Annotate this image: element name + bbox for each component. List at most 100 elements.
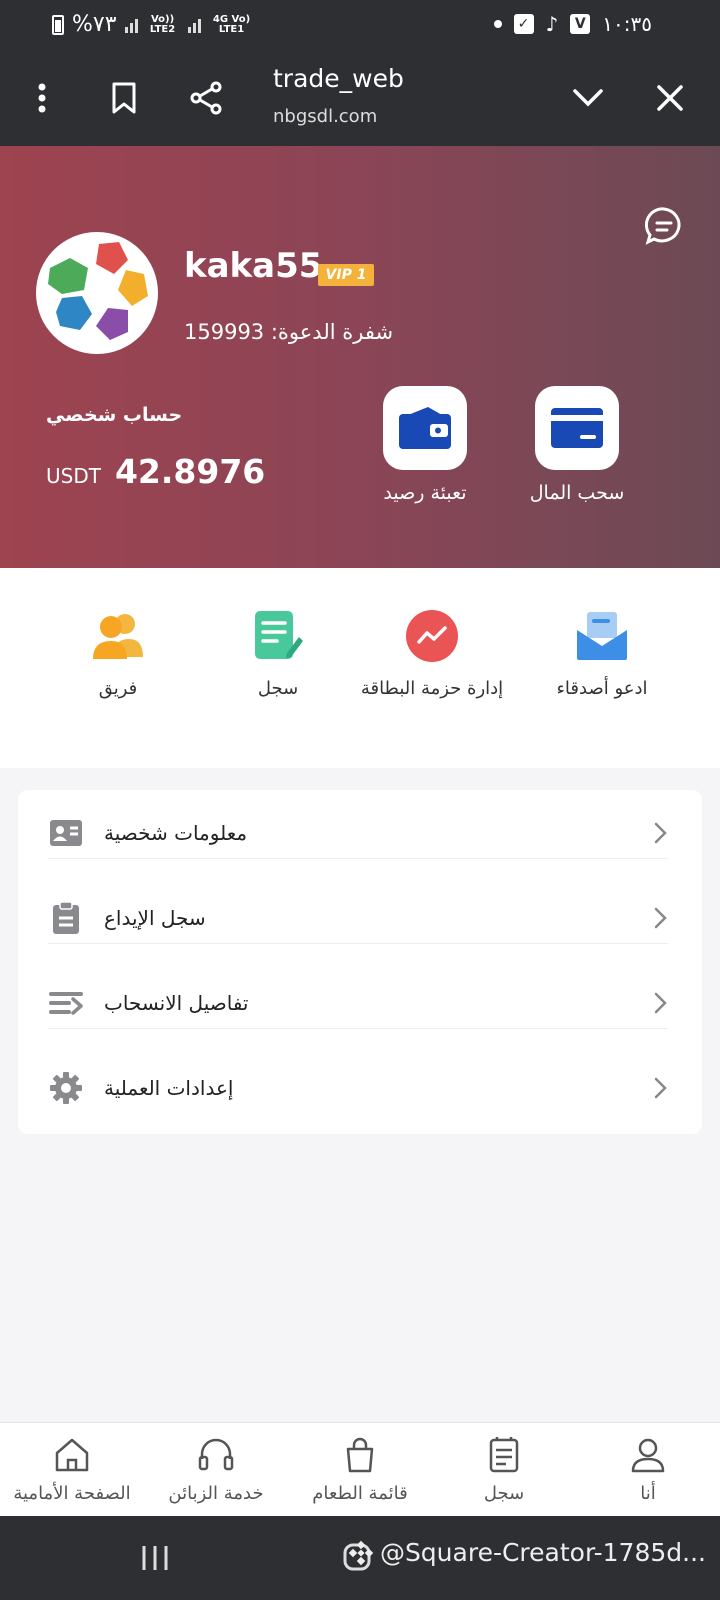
invite-friends-button[interactable]: ادعو أصدقاء: [512, 606, 692, 699]
status-left: %٧٣ Vo)) LTE2 4G Vo) LTE1: [52, 12, 255, 37]
topup-label: تعبئة رصيد: [383, 482, 467, 504]
record-label: سجل: [257, 678, 299, 699]
withdraw-card-icon: [551, 408, 603, 448]
chevron-right-icon: [654, 1077, 667, 1099]
vip-badge: VIP 1: [318, 264, 374, 286]
invite-friends-label: ادعو أصدقاء: [556, 678, 648, 699]
document-icon: [489, 1437, 519, 1473]
record-edit-icon: [248, 606, 308, 666]
nav-menu[interactable]: قائمة الطعام: [288, 1435, 432, 1504]
username: kaka55: [184, 246, 323, 286]
divider: [48, 1028, 668, 1029]
system-nav-bar: @Square-Creator-1785d...: [0, 1516, 720, 1600]
nav-menu-label: قائمة الطعام: [312, 1483, 408, 1504]
nav-customer-service-label: خدمة الزبائن: [168, 1483, 264, 1504]
home-icon: [55, 1438, 89, 1472]
withdraw-tile: [535, 386, 619, 470]
chevron-right-icon: [654, 822, 667, 844]
record-button[interactable]: سجل: [188, 606, 368, 699]
clock: ١٠:٣٥: [602, 12, 652, 36]
balance: USDT 42.8976: [46, 452, 265, 491]
account-label: حساب شخصي: [46, 404, 183, 426]
close-button[interactable]: [648, 76, 692, 120]
nav-home-label: الصفحة الأمامية: [13, 1483, 131, 1504]
transfer-icon: [48, 985, 84, 1021]
status-bar: %٧٣ Vo)) LTE2 4G Vo) LTE1 ✓ ♪ V ١٠:٣٥: [0, 0, 720, 50]
nav-me[interactable]: أنا: [576, 1435, 720, 1504]
menu-item-label: إعدادات العملية: [104, 1076, 234, 1100]
tiktok-icon: ♪: [545, 12, 559, 36]
menu-item-deposit-record[interactable]: سجل الإيداع: [48, 875, 672, 961]
quick-actions: ادعو أصدقاء إدارة حزمة البطاقة سجل فريق: [0, 568, 720, 768]
gear-icon: [48, 1070, 84, 1106]
withdraw-label: سحب المال: [529, 482, 625, 504]
nav-home[interactable]: الصفحة الأمامية: [0, 1435, 144, 1504]
balance-currency: USDT: [46, 464, 101, 488]
battery-level: %٧٣: [72, 12, 117, 37]
chevron-right-icon: [654, 907, 667, 929]
clipboard-icon: [48, 900, 84, 936]
user-icon: [631, 1438, 665, 1473]
menu-item-withdrawal-details[interactable]: تفاصيل الانسحاب: [48, 960, 672, 1046]
status-right: ✓ ♪ V ١٠:٣٥: [493, 12, 652, 36]
share-button[interactable]: [184, 76, 228, 120]
nav-record[interactable]: سجل: [432, 1435, 576, 1504]
nav-record-label: سجل: [483, 1483, 525, 1504]
topup-button[interactable]: تعبئة رصيد: [360, 386, 490, 504]
card-package-icon: [402, 606, 462, 666]
menu-item-label: سجل الإيداع: [104, 906, 206, 930]
withdraw-button[interactable]: سحب المال: [512, 386, 642, 504]
network-label-2: Vo)) LTE2: [149, 13, 176, 35]
menu-item-operation-settings[interactable]: إعدادات العملية: [48, 1045, 672, 1131]
bookmark-icon: [112, 82, 136, 114]
chevron-down-icon: [573, 89, 603, 107]
balance-amount: 42.8976: [114, 452, 266, 491]
message-button[interactable]: [644, 206, 684, 246]
divider: [48, 858, 668, 859]
topup-tile: [383, 386, 467, 470]
team-button[interactable]: فريق: [28, 606, 208, 699]
more-menu-button[interactable]: [20, 76, 64, 120]
headset-icon: [198, 1438, 234, 1471]
notification-dot-icon: [493, 20, 502, 28]
avatar-pentagons-icon: [48, 242, 148, 340]
profile-header: kaka55 VIP 1 شفرة الدعوة: 159993 حساب شخ…: [0, 146, 720, 568]
bottom-nav: الصفحة الأمامية خدمة الزبائن قائمة الطعا…: [0, 1422, 720, 1516]
menu-card: معلومات شخصية سجل الإيداع تفاصيل الانسحا…: [18, 790, 702, 1134]
close-icon: [657, 85, 683, 111]
menu-item-label: معلومات شخصية: [104, 821, 248, 845]
nav-customer-service[interactable]: خدمة الزبائن: [144, 1435, 288, 1504]
battery-icon: [52, 14, 64, 35]
signal-icon-2: [187, 17, 201, 33]
invite-mail-icon: [572, 606, 632, 666]
card-package-label: إدارة حزمة البطاقة: [360, 678, 504, 699]
network-label-1: 4G Vo) LTE1: [212, 13, 251, 35]
invite-code[interactable]: شفرة الدعوة: 159993: [184, 320, 393, 344]
id-card-icon: [48, 815, 84, 851]
browser-bar: trade_web nbgsdl.com: [0, 50, 720, 146]
v-app-icon: V: [570, 14, 591, 34]
nav-me-label: أنا: [640, 1483, 656, 1504]
team-icon: [88, 606, 148, 666]
bookmark-button[interactable]: [102, 76, 146, 120]
browser-title: trade_web: [273, 64, 404, 93]
menu-item-personal-info[interactable]: معلومات شخصية: [48, 790, 672, 876]
checkbox-app-icon: ✓: [513, 14, 534, 34]
share-icon: [190, 81, 222, 115]
watermark-text: @Square-Creator-1785d...: [379, 1538, 706, 1567]
bag-icon: [346, 1437, 374, 1473]
wallet-icon: [399, 407, 451, 449]
signal-icon: [124, 17, 138, 33]
more-vertical-icon: [38, 83, 46, 113]
chat-bubble-icon: [644, 207, 681, 245]
card-package-button[interactable]: إدارة حزمة البطاقة: [342, 606, 522, 699]
divider: [48, 943, 668, 944]
collapse-button[interactable]: [566, 76, 610, 120]
browser-url[interactable]: nbgsdl.com: [273, 106, 377, 127]
recent-apps-button[interactable]: [140, 1544, 170, 1572]
watermark: @Square-Creator-1785d...: [348, 1538, 706, 1567]
binance-logo-icon: [348, 1540, 374, 1565]
avatar[interactable]: [36, 232, 158, 354]
team-label: فريق: [98, 678, 138, 699]
menu-item-label: تفاصيل الانسحاب: [104, 991, 249, 1015]
